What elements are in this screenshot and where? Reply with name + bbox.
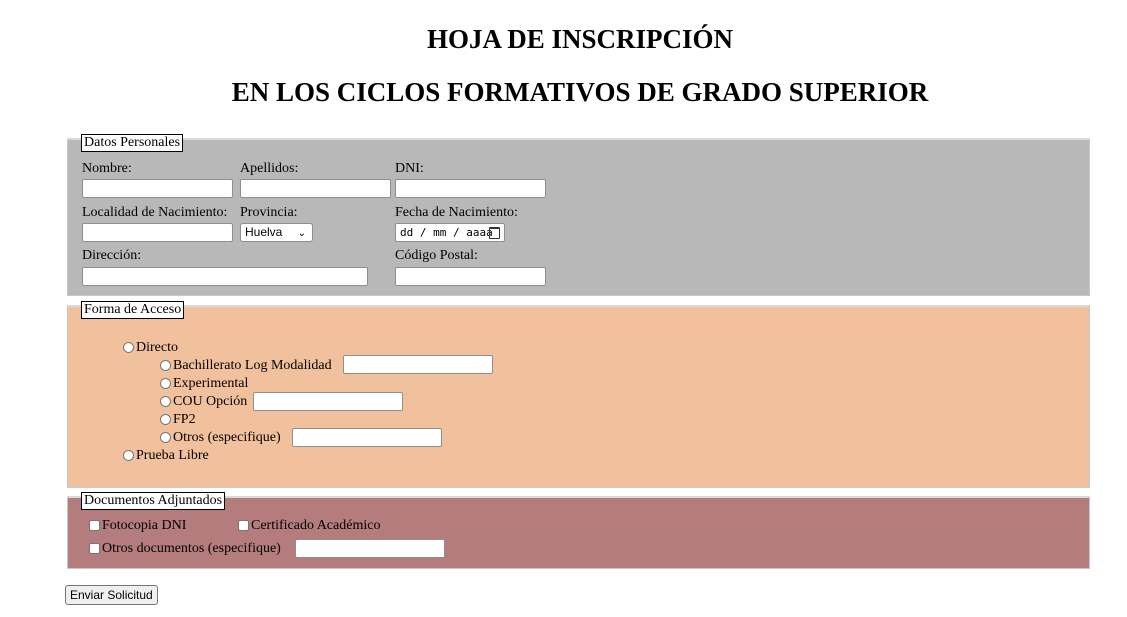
experimental-label: Experimental [173, 376, 249, 391]
chevron-down-icon: ⌄ [297, 228, 306, 239]
dni-label: DNI: [395, 161, 424, 176]
fecha-label: Fecha de Nacimiento: [395, 205, 518, 220]
nombre-label: Nombre: [82, 161, 132, 176]
direccion-label: Dirección: [82, 248, 142, 263]
cou-label: COU Opción [173, 394, 248, 409]
codigo-postal-label: Código Postal: [395, 248, 478, 263]
page-subtitle: EN LOS CICLOS FORMATIVOS DE GRADO SUPERI… [231, 77, 929, 107]
bachillerato-radio[interactable] [160, 360, 171, 371]
access-legend: Forma de Acceso [81, 301, 185, 319]
codigo-postal-input[interactable] [395, 267, 546, 286]
nombre-input[interactable] [82, 179, 233, 198]
apellidos-input[interactable] [240, 179, 391, 198]
submit-button[interactable]: Enviar Solicitud [65, 585, 158, 605]
directo-radio[interactable] [123, 342, 134, 353]
dni-input[interactable] [395, 179, 546, 198]
personal-data-fieldset: Datos Personales Nombre: Apellidos: DNI:… [67, 134, 1090, 296]
fp2-label: FP2 [173, 412, 196, 427]
otros-label: Otros (especifique) [173, 430, 281, 445]
personal-data-legend: Datos Personales [81, 134, 184, 152]
prueba-libre-radio[interactable] [123, 450, 134, 461]
fecha-nacimiento-input[interactable]: dd / mm / aaaa [395, 223, 505, 242]
fecha-placeholder: dd / mm / aaaa [400, 226, 493, 239]
prueba-libre-label: Prueba Libre [136, 448, 209, 463]
apellidos-label: Apellidos: [240, 161, 299, 176]
fotocopia-dni-label: Fotocopia DNI [102, 518, 187, 533]
experimental-radio[interactable] [160, 378, 171, 389]
localidad-label: Localidad de Nacimiento: [82, 205, 228, 220]
otros-acceso-input[interactable] [292, 428, 442, 447]
certificado-checkbox[interactable] [238, 520, 249, 531]
calendar-icon[interactable] [489, 227, 500, 239]
access-fieldset: Forma de Acceso Directo Bachillerato Log… [67, 301, 1090, 488]
page-title: HOJA DE INSCRIPCIÓN [426, 24, 734, 54]
directo-label: Directo [136, 340, 178, 355]
otros-documentos-input[interactable] [295, 539, 445, 558]
fp2-radio[interactable] [160, 414, 171, 425]
provincia-selected-value: Huelva [245, 225, 283, 239]
documents-fieldset: Documentos Adjuntados Fotocopia DNI Cert… [67, 492, 1090, 569]
provincia-label: Provincia: [240, 205, 298, 220]
documents-legend: Documentos Adjuntados [81, 492, 226, 510]
cou-opcion-input[interactable] [253, 392, 403, 411]
otros-documentos-checkbox[interactable] [89, 543, 100, 554]
certificado-label: Certificado Académico [251, 518, 381, 533]
direccion-input[interactable] [82, 267, 368, 286]
provincia-select[interactable]: Huelva ⌄ [240, 223, 313, 242]
localidad-input[interactable] [82, 223, 233, 242]
cou-radio[interactable] [160, 396, 171, 407]
bachillerato-modalidad-input[interactable] [343, 355, 493, 374]
otros-documentos-label: Otros documentos (especifique) [102, 541, 281, 556]
otros-radio[interactable] [160, 432, 171, 443]
bachillerato-label: Bachillerato Log Modalidad [173, 358, 332, 373]
fotocopia-dni-checkbox[interactable] [89, 520, 100, 531]
